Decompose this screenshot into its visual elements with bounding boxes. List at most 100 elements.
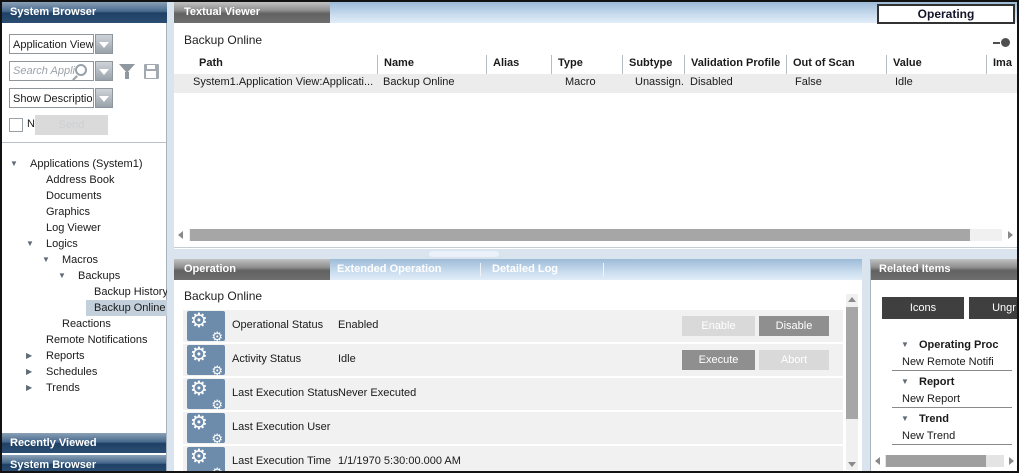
- tree-item-graphics[interactable]: Graphics: [2, 204, 167, 220]
- cell-out-of-scan: False: [795, 76, 886, 88]
- tree-collapsed-icon[interactable]: [26, 348, 46, 364]
- operation-vertical-scrollbar[interactable]: [846, 294, 859, 470]
- save-search-icon[interactable]: [144, 64, 159, 79]
- icons-button[interactable]: Icons: [882, 297, 964, 319]
- scrollbar-thumb[interactable]: [886, 455, 986, 467]
- left-splitter[interactable]: [167, 2, 174, 471]
- tree-item-backup-history[interactable]: Backup History: [2, 284, 167, 300]
- operation-value: 1/1/1970 5:30:00.000 AM: [338, 455, 461, 467]
- view-selector[interactable]: Application View: [9, 34, 94, 54]
- scroll-down-icon[interactable]: [848, 462, 856, 467]
- gears-icon: ⚙⚙: [187, 345, 225, 375]
- column-header-path[interactable]: Path: [193, 55, 377, 74]
- related-item-new-report[interactable]: New Report: [902, 391, 960, 407]
- send-checkbox-label: N: [27, 118, 35, 131]
- operating-mode-badge[interactable]: Operating: [877, 4, 1015, 24]
- system-browser-bar[interactable]: System Browser: [2, 455, 166, 473]
- operation-label: Last Execution Status: [232, 387, 338, 399]
- column-header-type[interactable]: Type: [551, 55, 622, 74]
- tree-item-backup-online[interactable]: Backup Online: [2, 300, 167, 316]
- tree-item-reactions[interactable]: Reactions: [2, 316, 167, 332]
- table-row[interactable]: System1.Application View:Applicati... Ba…: [174, 74, 1017, 93]
- send-checkbox[interactable]: [9, 118, 23, 132]
- gears-icon: ⚙⚙: [187, 447, 225, 471]
- tree-item-remote-notifications[interactable]: Remote Notifications: [2, 332, 167, 348]
- execute-button[interactable]: Execute: [682, 350, 755, 370]
- tab-extended-operation[interactable]: Extended Operation: [337, 259, 442, 280]
- textual-viewer-tabstrip: Textual Viewer Operating: [174, 2, 1017, 23]
- tree-item-trends[interactable]: Trends: [2, 380, 167, 396]
- tree-item-schedules[interactable]: Schedules: [2, 364, 167, 380]
- operation-value: Never Executed: [338, 387, 416, 399]
- abort-button[interactable]: Abort: [759, 350, 829, 370]
- tab-detailed-log[interactable]: Detailed Log: [492, 259, 558, 280]
- center-splitter[interactable]: [174, 249, 1017, 259]
- column-header-alias[interactable]: Alias: [486, 55, 551, 74]
- scroll-left-icon[interactable]: [178, 231, 183, 239]
- group-expanded-icon[interactable]: [901, 337, 919, 353]
- tree-item-applications[interactable]: Applications (System1): [2, 156, 167, 172]
- operation-row-activity-status: ⚙⚙ Activity Status Idle Execute Abort: [183, 344, 843, 376]
- tree-expanded-icon[interactable]: [26, 236, 46, 252]
- related-group-report[interactable]: Report: [901, 374, 954, 390]
- tree-item-macros[interactable]: Macros: [2, 252, 167, 268]
- operation-label: Last Execution User: [232, 421, 330, 433]
- tree-expanded-icon[interactable]: [42, 252, 62, 268]
- tree-item-logics[interactable]: Logics: [2, 236, 167, 252]
- related-item-new-remote-notification[interactable]: New Remote Notifi: [902, 354, 994, 370]
- tree-item-reports[interactable]: Reports: [2, 348, 167, 364]
- operation-row-last-execution-user: ⚙⚙ Last Execution User: [183, 412, 843, 444]
- viewer-object-title: Backup Online: [184, 33, 484, 47]
- splitter-grip[interactable]: [429, 251, 499, 257]
- operation-label: Last Execution Time: [232, 455, 331, 467]
- ungroup-button[interactable]: Ungr: [969, 297, 1017, 319]
- column-header-validation-profile[interactable]: Validation Profile: [684, 55, 786, 74]
- column-header-image[interactable]: Ima: [986, 55, 1017, 74]
- scroll-left-icon[interactable]: [875, 457, 880, 465]
- tab-textual-viewer[interactable]: Textual Viewer: [174, 2, 330, 23]
- right-splitter[interactable]: [862, 259, 870, 471]
- operation-object-title: Backup Online: [184, 289, 484, 303]
- tree-item-address-book[interactable]: Address Book: [2, 172, 167, 188]
- column-header-value[interactable]: Value: [886, 55, 986, 74]
- tree-item-backups[interactable]: Backups: [2, 268, 167, 284]
- scrollbar-thumb[interactable]: [190, 229, 970, 241]
- tree-collapsed-icon[interactable]: [26, 364, 46, 380]
- disable-button[interactable]: Disable: [759, 316, 829, 336]
- pin-icon[interactable]: [993, 38, 1011, 47]
- operation-row-last-execution-time: ⚙⚙ Last Execution Time 1/1/1970 5:30:00.…: [183, 446, 843, 471]
- filter-icon[interactable]: [119, 63, 136, 80]
- group-expanded-icon[interactable]: [901, 374, 919, 390]
- search-dropdown-icon[interactable]: [95, 61, 113, 81]
- gears-icon: ⚙⚙: [187, 413, 225, 443]
- tree-expanded-icon[interactable]: [10, 156, 30, 172]
- tab-operation[interactable]: Operation: [174, 259, 330, 280]
- column-header-subtype[interactable]: Subtype: [622, 55, 684, 74]
- application-window: System Browser Application View Show Des…: [0, 0, 1019, 473]
- group-expanded-icon[interactable]: [901, 411, 919, 427]
- column-header-name[interactable]: Name: [377, 55, 486, 74]
- cell-name: Backup Online: [383, 76, 486, 88]
- related-horizontal-scrollbar[interactable]: [871, 455, 1017, 468]
- scrollbar-thumb[interactable]: [846, 307, 858, 419]
- column-header-out-of-scan[interactable]: Out of Scan: [786, 55, 886, 74]
- tree-expanded-icon[interactable]: [58, 268, 78, 284]
- operation-label: Operational Status: [232, 319, 323, 331]
- related-item-new-trend[interactable]: New Trend: [902, 428, 955, 444]
- description-selector[interactable]: Show Description: [9, 88, 94, 108]
- scroll-right-icon[interactable]: [1009, 457, 1014, 465]
- related-group-operating-procedure[interactable]: Operating Proc: [901, 337, 998, 353]
- description-selector-dropdown-icon[interactable]: [95, 88, 113, 108]
- send-button[interactable]: Send: [35, 115, 108, 135]
- enable-button[interactable]: Enable: [682, 316, 755, 336]
- viewer-horizontal-scrollbar[interactable]: [174, 229, 1017, 242]
- scroll-right-icon[interactable]: [1008, 231, 1013, 239]
- system-tree: Applications (System1) Address Book Docu…: [2, 144, 167, 432]
- related-group-trend[interactable]: Trend: [901, 411, 949, 427]
- scroll-up-icon[interactable]: [848, 297, 856, 302]
- recently-viewed-bar[interactable]: Recently Viewed: [2, 433, 166, 453]
- tree-collapsed-icon[interactable]: [26, 380, 46, 396]
- tree-item-log-viewer[interactable]: Log Viewer: [2, 220, 167, 236]
- view-selector-dropdown-icon[interactable]: [95, 34, 113, 54]
- tree-item-documents[interactable]: Documents: [2, 188, 167, 204]
